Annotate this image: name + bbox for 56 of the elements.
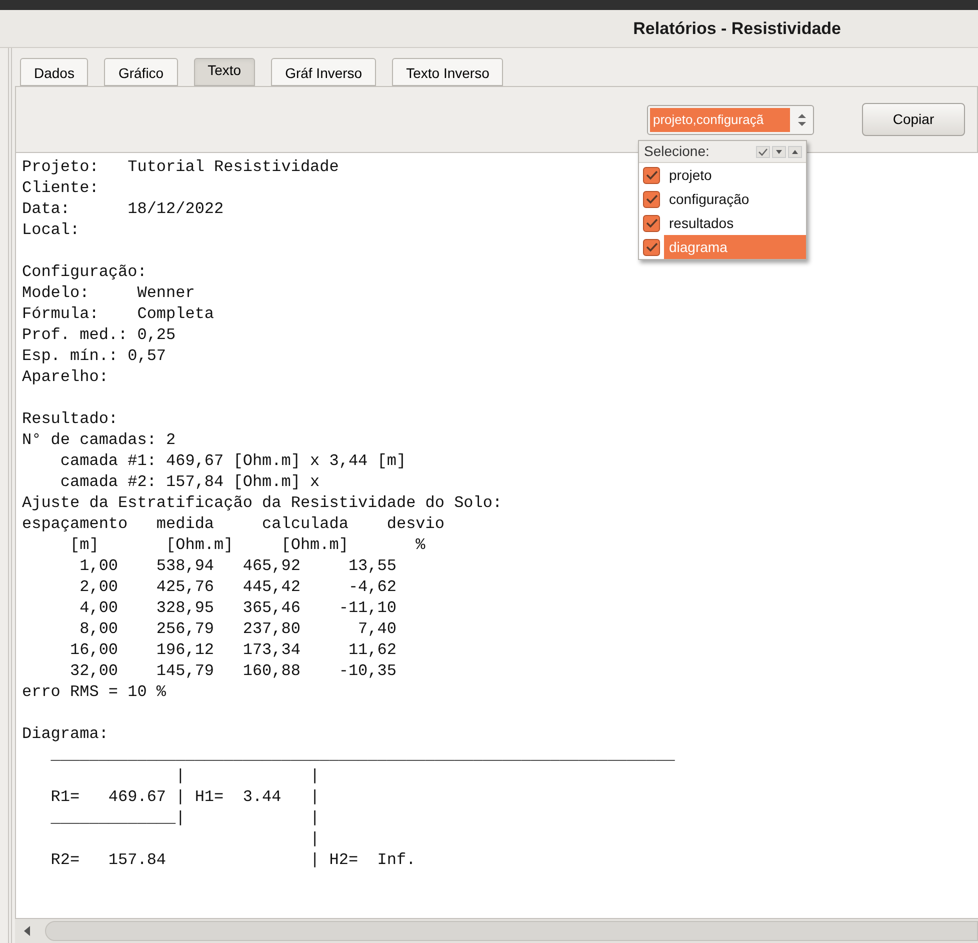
report-line: 32,00 145,79 160,88 -10,35 — [69, 661, 396, 682]
report-line: Local: — [22, 220, 80, 241]
tab[interactable]: Gráfico — [104, 58, 178, 86]
tab[interactable]: Gráf Inverso — [271, 58, 376, 86]
dropdown-option[interactable]: resultados — [664, 211, 806, 235]
report-line: Fórmula: Completa — [22, 304, 214, 325]
checkbox[interactable] — [643, 166, 660, 184]
report-line: R1= 469.67 | H1= 3.44 | — [50, 787, 320, 808]
report-line: 8,00 256,79 237,80 7,40 — [78, 619, 396, 640]
horizontal-scrollbar[interactable] — [15, 918, 978, 943]
check-icon — [646, 242, 658, 252]
checkbox[interactable] — [643, 214, 660, 232]
report-line: Ajuste da Estratificação da Resistividade do Solo: — [22, 493, 502, 514]
report-line: | | — [174, 766, 320, 787]
report-line: espaçamento medida calculada desvio — [22, 514, 444, 535]
copy-button[interactable]: Copiar — [862, 103, 965, 136]
report-line: 1,00 538,94 465,92 13,55 — [78, 556, 396, 577]
report-line: Aparelho: — [22, 367, 108, 388]
report-line: R2= 157.84 | H2= Inf. — [50, 850, 416, 871]
combo-value: projeto,configuraçã — [650, 108, 790, 132]
tab[interactable]: Dados — [20, 58, 88, 86]
check-icon — [646, 194, 658, 204]
window-title: Relatórios - Resistividade — [633, 18, 841, 40]
left-arrow-icon[interactable] — [23, 926, 31, 936]
report-line: 16,00 196,12 173,34 11,62 — [69, 640, 396, 661]
report-line: Cliente: — [22, 178, 99, 199]
check-all-icon[interactable] — [756, 146, 770, 158]
report-line: Prof. med.: 0,25 — [22, 325, 176, 346]
report-line: camada #1: 469,67 [Ohm.m] x 3,44 [m] — [59, 451, 406, 472]
report-line: _____________| | — [50, 808, 320, 829]
report-line: 4,00 328,95 365,46 -11,10 — [78, 598, 396, 619]
report-line: Resultado: — [22, 409, 118, 430]
report-line: Modelo: Wenner — [22, 283, 195, 304]
dropdown-option[interactable]: projeto — [664, 163, 806, 187]
report-line: N° de camadas: 2 — [22, 430, 176, 451]
dropdown-header: Selecione: — [644, 142, 710, 161]
spinner-arrows-icon — [797, 112, 807, 126]
report-line: camada #2: 157,84 [Ohm.m] x — [59, 472, 320, 493]
check-icon — [646, 218, 658, 228]
report-line: 2,00 425,76 445,42 -4,62 — [78, 577, 396, 598]
report-line: Data: 18/12/2022 — [22, 199, 224, 220]
report-line: Configuração: — [22, 262, 147, 283]
report-line: erro RMS = 10 % — [22, 682, 166, 703]
checkbox[interactable] — [643, 190, 660, 208]
scrollbar-thumb[interactable] — [45, 921, 978, 941]
report-line: Esp. mín.: 0,57 — [22, 346, 166, 367]
check-icon — [646, 170, 658, 180]
report-line: _________________________________________________________________ — [50, 745, 675, 766]
report-line: [m] [Ohm.m] [Ohm.m] % — [69, 535, 426, 556]
dropdown-option[interactable]: configuração — [664, 187, 806, 211]
checkbox[interactable] — [643, 238, 660, 256]
report-line: Projeto: Tutorial Resistividade — [22, 157, 339, 178]
report-line: | — [309, 829, 320, 850]
report-line: Diagrama: — [22, 724, 108, 745]
tab[interactable]: Texto Inverso — [392, 58, 504, 86]
tab[interactable]: Texto — [194, 58, 256, 86]
